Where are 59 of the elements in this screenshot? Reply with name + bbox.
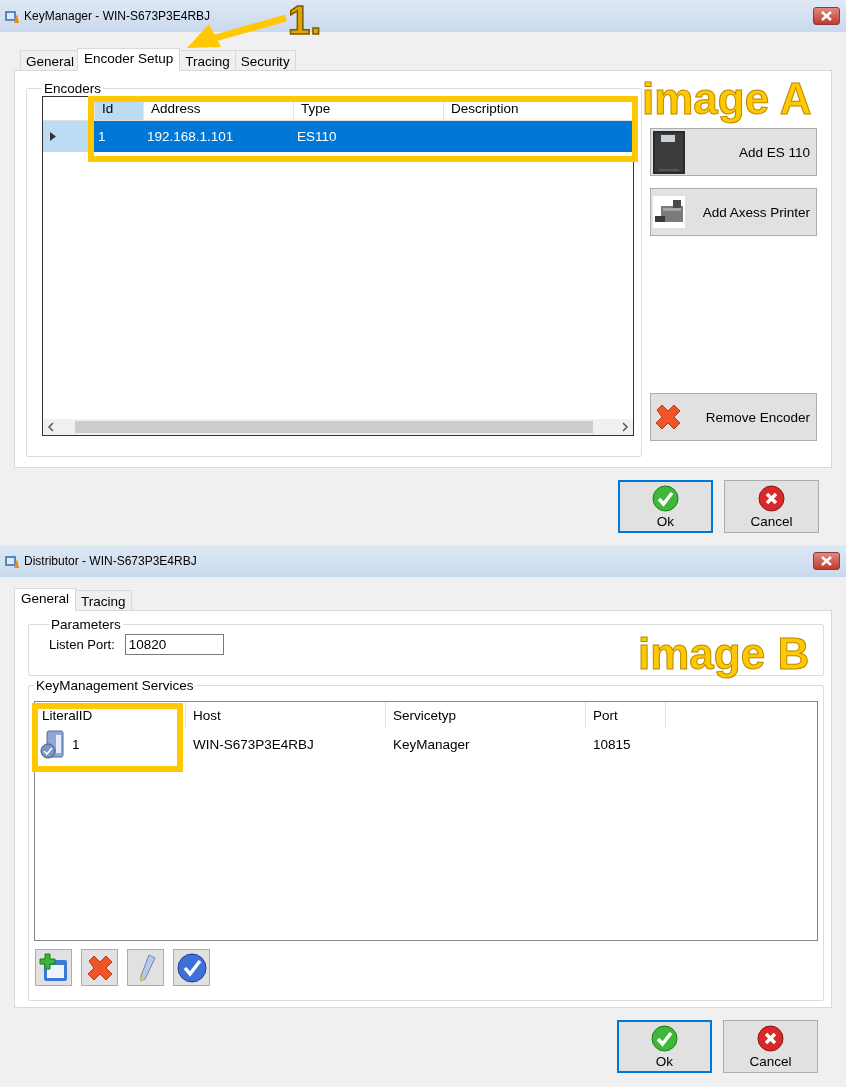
ok-button[interactable]: Ok [617,1020,712,1073]
group-title: Encoders [43,81,103,96]
add-device-button[interactable]: Add ES 110 [650,128,817,176]
close-button[interactable] [813,7,840,25]
check-icon [652,485,679,512]
image-caption: image B [638,632,810,676]
add-window-icon [38,952,69,983]
table-cell: 1 [72,736,80,752]
cancel-icon [757,1025,784,1052]
field-label: Listen Port: [49,637,115,652]
column-header[interactable]: Host [193,708,221,723]
check-icon [651,1025,678,1052]
close-icon [821,11,832,21]
image-caption: image A [642,77,812,121]
toolbar-button[interactable] [81,949,118,986]
table-cell: WIN-S673P3E4RBJ [193,736,314,752]
cancel-icon [758,485,785,512]
horizontal-scrollbar[interactable] [43,419,633,435]
column-header[interactable]: LiteralID [42,708,93,723]
tab[interactable]: Tracing [75,590,132,610]
cancel-button[interactable]: Cancel [723,1020,818,1073]
tab[interactable]: Encoder Setup [77,48,181,71]
app-icon [4,553,20,569]
column-header[interactable]: Description [444,97,633,120]
tab[interactable]: Security [234,50,296,70]
column-header[interactable]: Type [294,97,444,120]
port-field[interactable]: 10820 [124,634,224,655]
check-icon [176,952,207,983]
column-header[interactable]: Port [593,708,618,723]
encoder-device-icon [653,130,685,174]
group-title: KeyManagement Services [35,678,195,693]
close-icon [821,556,832,566]
table-cell-text: ES110 [296,128,338,146]
printer-icon [653,196,685,228]
close-button[interactable] [813,552,840,570]
add-device-button[interactable]: Add Axess Printer [650,188,817,236]
toolbar-button[interactable] [173,949,210,986]
window-title: KeyManager - WIN-S673P3E4RBJ [24,9,211,23]
toolbar-button[interactable] [35,949,72,986]
table-cell-text: 1 [97,128,107,146]
server-icon [39,729,67,759]
step-number: 1. [288,0,322,40]
table-cell: 10815 [593,736,631,752]
column-header[interactable]: Address [144,97,294,120]
table-row[interactable]: 1 192.168.1.101 ES110 [43,121,633,152]
cancel-button[interactable]: Cancel [724,480,819,533]
remove-encoder-button[interactable]: Remove Encoder [650,393,817,441]
table-cell-text: 192.168.1.101 [146,128,235,146]
app-icon [4,8,20,24]
tab[interactable]: General [14,588,77,611]
list-row[interactable]: 1 WIN-S673P3E4RBJ KeyManager 10815 [35,729,817,759]
group-title: Parameters [50,617,122,632]
window-title: Distributor - WIN-S673P3E4RBJ [24,554,197,568]
row-pointer-icon [50,132,56,141]
delete-icon [653,402,683,432]
ok-button[interactable]: Ok [618,480,713,533]
column-header[interactable]: Servicetyp [393,708,457,723]
table-cell: KeyManager [393,736,470,752]
tab[interactable]: Tracing [179,50,236,70]
